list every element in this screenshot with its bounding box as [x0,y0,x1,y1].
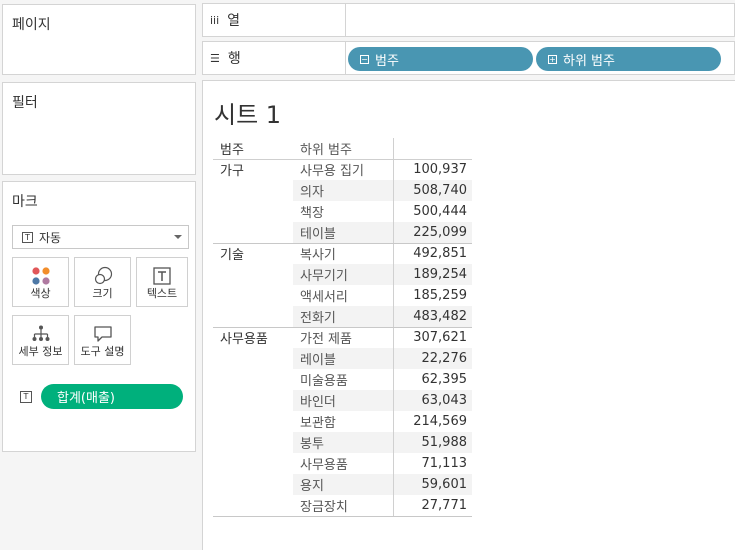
subcategory-pill[interactable]: + 하위 범주 [536,47,721,71]
filters-title: 필터 [12,95,38,111]
sales-value-cell[interactable]: 189,254 [392,264,472,285]
text-button-label: 텍스트 [146,287,178,300]
sales-value-cell[interactable]: 483,482 [392,306,472,328]
sales-value-cell[interactable]: 62,395 [392,369,472,390]
mark-type-value: 자동 [39,230,62,245]
size-button-label: 크기 [92,287,113,300]
table-row[interactable]: 사무용품 가전 제품 307,621 [213,327,472,517]
sales-value-cell[interactable]: 492,851 [392,243,472,264]
chevron-down-icon[interactable] [174,235,182,239]
sales-value-cell[interactable]: 100,937 [392,159,472,180]
detail-button-label: 세부 정보 [18,345,63,358]
collapse-icon[interactable]: − [360,54,369,64]
subcategory-pill-label: 하위 범주 [563,53,615,69]
rows-icon: ☰ [210,51,220,65]
subcategory-cell[interactable]: 봉투 [293,432,393,453]
table-row[interactable]: 기술 복사기 492,851 [213,243,472,328]
size-button[interactable]: 크기 [74,257,131,307]
text-field-row: T 합계(매출) [20,384,183,409]
color-button-label: 색상 [30,287,51,300]
subcategory-cell[interactable]: 사무용품 [293,453,393,474]
header-subcategory[interactable]: 하위 범주 [293,138,393,160]
subcategory-cell[interactable]: 바인더 [293,390,393,411]
sales-value-cell[interactable]: 63,043 [392,390,472,411]
subcategory-cell[interactable]: 액세서리 [293,285,393,306]
detail-button[interactable]: 세부 정보 [12,315,69,365]
columns-label-text: 열 [227,13,241,29]
columns-shelf[interactable]: iii 열 [202,3,735,37]
subcategory-cell[interactable]: 미술용품 [293,369,393,390]
sum-sales-pill[interactable]: 합계(매출) [41,384,183,409]
subcategory-cell[interactable]: 레이블 [293,348,393,369]
pages-title: 페이지 [12,17,51,33]
table-body: 가구 사무용 집기 100,937 의자 508,740 책장 500,444 테이블 225,… [213,159,472,517]
text-encoding-icon[interactable]: T [20,390,32,403]
filters-card[interactable]: 필터 [2,82,196,175]
speech-bubble-icon [75,324,130,344]
category-cell[interactable]: 사무용품 [213,327,293,517]
sales-value-cell[interactable]: 59,601 [392,474,472,495]
columns-shelf-label: iii 열 [203,4,346,36]
subcategory-cell[interactable]: 사무용 집기 [293,159,393,180]
text-icon [137,266,187,286]
sheet-view[interactable]: 시트 1 범주 하위 범주 가구 사무용 집기 100,937 의자 508,740 책장… [202,80,735,550]
category-pill[interactable]: − 범주 [348,47,533,71]
subcategory-cell[interactable]: 장금장치 [293,495,393,517]
sales-value-cell[interactable]: 214,569 [392,411,472,432]
sales-value-cell[interactable]: 27,771 [392,495,472,517]
sales-value-cell[interactable]: 307,621 [392,327,472,348]
columns-icon: iii [210,13,220,27]
color-icon [13,266,68,286]
sales-value-cell[interactable]: 185,259 [392,285,472,306]
table-row[interactable]: 가구 사무용 집기 100,937 [213,159,472,244]
sales-value-cell[interactable]: 71,113 [392,453,472,474]
text-mark-icon: T [22,231,33,243]
sales-value-cell[interactable]: 508,740 [392,180,472,201]
tableau-workspace: 페이지 필터 마크 T 자동 색상 크기 텍스트 세부 정보 도구 설명 T 합… [0,0,735,550]
sales-value-cell[interactable]: 225,099 [392,222,472,244]
category-pill-label: 범주 [375,53,399,69]
subcategory-cell[interactable]: 테이블 [293,222,393,244]
text-button[interactable]: 텍스트 [136,257,188,307]
table-header-row: 범주 하위 범주 [213,138,472,160]
marks-card: 마크 T 자동 색상 크기 텍스트 세부 정보 도구 설명 T 합계(매출) [2,181,196,452]
size-icon [75,266,130,286]
subcategory-cell[interactable]: 책장 [293,201,393,222]
category-cell[interactable]: 가구 [213,159,293,244]
crosstab-table: 범주 하위 범주 가구 사무용 집기 100,937 의자 508,740 책장 500,4… [213,138,472,517]
sales-value-cell[interactable]: 51,988 [392,432,472,453]
subcategory-cell[interactable]: 가전 제품 [293,327,393,348]
subcategory-cell[interactable]: 용지 [293,474,393,495]
rows-shelf[interactable]: ☰ 행 − 범주 + 하위 범주 [202,41,735,75]
subcategory-cell[interactable]: 전화기 [293,306,393,328]
subcategory-cell[interactable]: 의자 [293,180,393,201]
tooltip-button[interactable]: 도구 설명 [74,315,131,365]
expand-icon[interactable]: + [548,54,557,64]
rows-label-text: 행 [227,51,241,67]
header-value [392,138,472,160]
marks-title: 마크 [12,194,38,210]
tooltip-button-label: 도구 설명 [80,345,125,358]
sales-value-cell[interactable]: 22,276 [392,348,472,369]
color-button[interactable]: 색상 [12,257,69,307]
category-cell[interactable]: 기술 [213,243,293,328]
subcategory-cell[interactable]: 보관함 [293,411,393,432]
pages-card[interactable]: 페이지 [2,4,196,75]
rows-shelf-label: ☰ 행 [203,42,346,74]
subcategory-cell[interactable]: 사무기기 [293,264,393,285]
header-category[interactable]: 범주 [213,138,293,160]
sheet-title[interactable]: 시트 1 [214,95,281,130]
hierarchy-icon [13,324,68,344]
sales-value-cell[interactable]: 500,444 [392,201,472,222]
mark-type-dropdown[interactable]: T 자동 [12,225,189,249]
subcategory-cell[interactable]: 복사기 [293,243,393,264]
